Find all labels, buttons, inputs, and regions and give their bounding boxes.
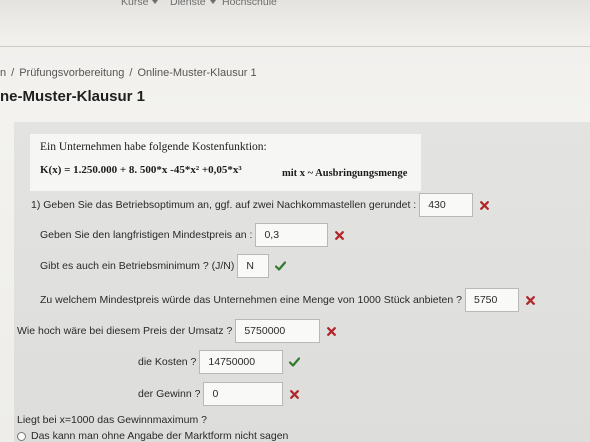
question-row: Geben Sie den langfristigen Mindestpreis… <box>40 223 345 247</box>
nav-item-label: Dienste <box>170 0 206 8</box>
nav-item-dienste[interactable]: Dienste <box>170 0 216 8</box>
question-label: Zu welchem Mindestpreis würde das Untern… <box>40 294 462 306</box>
question-row: Gibt es auch ein Betriebsminimum ? (J/N) <box>40 254 287 278</box>
chevron-down-icon <box>152 0 159 4</box>
nav-item-label: Hochschule <box>222 0 277 8</box>
nav-item-kurse[interactable]: Kurse <box>121 0 159 8</box>
question-label: Wie hoch wäre bei diesem Preis der Umsat… <box>17 325 233 337</box>
choice-question-label: Liegt bei x=1000 das Gewinnmaximum ? <box>17 414 207 426</box>
cross-icon <box>326 326 337 337</box>
nav-item-label: Kurse <box>121 0 149 8</box>
question-row: der Gewinn ? <box>138 382 300 406</box>
page-title: ne-Muster-Klausur 1 <box>0 88 146 105</box>
cross-icon <box>334 230 345 241</box>
question-row: Zu welchem Mindestpreis würde das Untern… <box>40 288 536 312</box>
question-row: 1) Geben Sie das Betriebsoptimum an, ggf… <box>31 193 490 217</box>
variable-note: mit x ~ Ausbringungsmenge <box>282 168 408 179</box>
answer-input-mindestpreis[interactable] <box>255 223 329 247</box>
nav-item-hochschule[interactable]: Hochschule <box>222 0 277 8</box>
question-label: der Gewinn ? <box>138 388 201 400</box>
cost-function: K(x) = 1.250.000 + 8. 500*x -45*x² +0,05… <box>40 164 242 176</box>
answer-input-kosten[interactable] <box>199 350 284 374</box>
top-navigation: Kurse Dienste Hochschule <box>0 0 590 9</box>
answer-input-betriebsminimum[interactable] <box>237 254 270 278</box>
chevron-down-icon <box>209 0 216 4</box>
cross-icon <box>289 389 300 400</box>
choice-option-label: Das kann man ohne Angabe der Marktform n… <box>31 430 289 442</box>
cross-icon <box>479 200 490 211</box>
problem-intro: Ein Unternehmen habe folgende Kostenfunk… <box>40 141 267 153</box>
radio-button[interactable] <box>17 431 26 441</box>
breadcrumb-separator: / <box>11 67 15 79</box>
check-icon <box>275 261 287 272</box>
breadcrumb-item-quiz[interactable]: Online-Muster-Klausur 1 <box>137 66 256 80</box>
question-label: Geben Sie den langfristigen Mindestpreis… <box>40 229 253 241</box>
cross-icon <box>525 295 536 306</box>
answer-input-umsatz[interactable] <box>235 319 321 343</box>
choice-option[interactable]: Das kann man ohne Angabe der Marktform n… <box>17 430 288 442</box>
breadcrumb-separator: / <box>129 67 133 79</box>
question-row: Wie hoch wäre bei diesem Preis der Umsat… <box>17 319 337 343</box>
breadcrumb-item-course[interactable]: n <box>0 66 6 80</box>
problem-statement-box: Ein Unternehmen habe folgende Kostenfunk… <box>30 134 421 191</box>
question-row: die Kosten ? <box>138 350 301 374</box>
header-divider <box>0 46 590 47</box>
breadcrumb-item-section[interactable]: Prüfungsvorbereitung <box>19 66 124 80</box>
question-label: die Kosten ? <box>138 356 197 368</box>
question-label: Gibt es auch ein Betriebsminimum ? (J/N) <box>40 260 235 272</box>
check-icon <box>289 357 301 368</box>
breadcrumb: n / Prüfungsvorbereitung / Online-Muster… <box>0 66 257 80</box>
answer-input-betriebsoptimum[interactable] <box>419 193 474 217</box>
answer-input-gewinn[interactable] <box>203 382 284 406</box>
question-label: 1) Geben Sie das Betriebsoptimum an, ggf… <box>31 199 417 211</box>
answer-input-angebotspreis[interactable] <box>465 288 519 312</box>
